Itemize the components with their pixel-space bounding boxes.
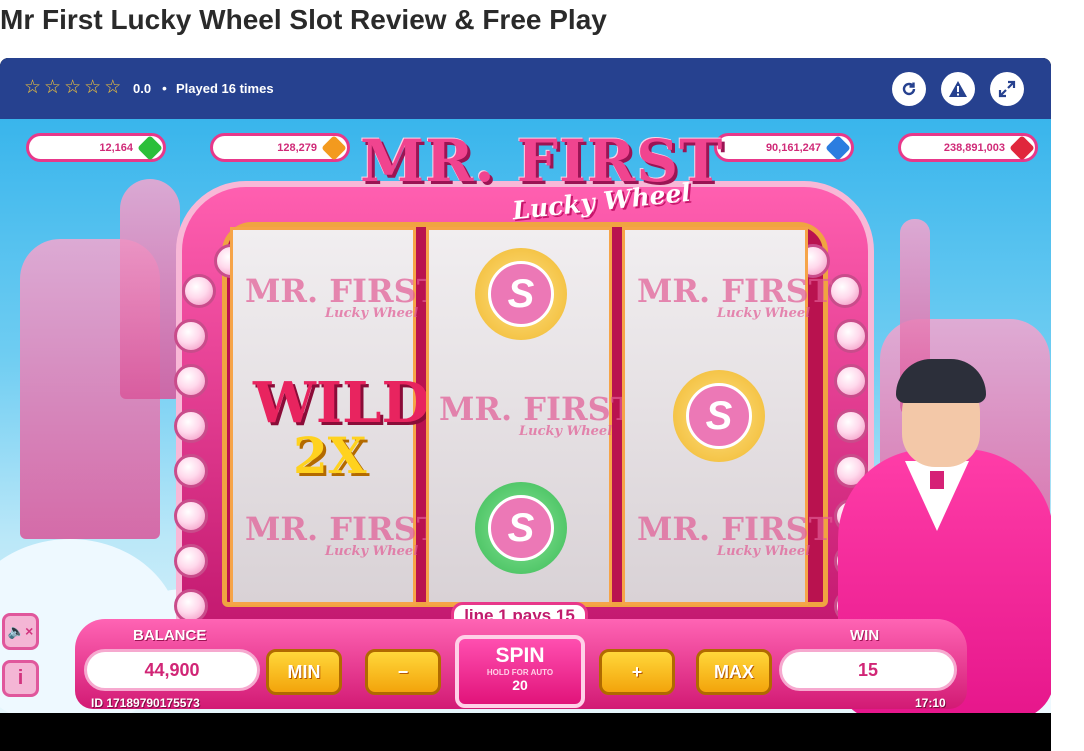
- coin-letter: S: [488, 261, 554, 327]
- blue-gem-icon: [825, 135, 851, 161]
- rating-value: 0.0: [133, 81, 152, 96]
- light-bulb: [174, 319, 208, 353]
- light-bulb: [174, 364, 208, 398]
- mute-button[interactable]: 🔈×: [2, 613, 39, 650]
- reel-symbol-logo: MR. FIRST: [439, 390, 635, 428]
- speaker-mute-icon: 🔈×: [7, 623, 34, 639]
- mascot-tie: [930, 471, 944, 489]
- jackpot-blue: 90,161,247: [714, 133, 854, 162]
- star-icon[interactable]: ☆: [44, 78, 61, 98]
- jackpot-value: 90,161,247: [765, 142, 821, 154]
- info-icon: i: [17, 667, 24, 689]
- play-count: Played 16 times: [176, 81, 274, 96]
- jackpot-value: 128,279: [277, 142, 317, 154]
- win-label: WIN: [850, 627, 880, 644]
- light-bulb: [174, 499, 208, 533]
- coin-symbol: S: [475, 482, 567, 574]
- report-button[interactable]: [941, 72, 975, 106]
- coin-symbol: S: [673, 370, 765, 462]
- light-bulb: [834, 364, 868, 398]
- spin-label: SPIN: [495, 644, 545, 667]
- star-icon[interactable]: ☆: [64, 78, 81, 98]
- star-icon[interactable]: ☆: [24, 78, 41, 98]
- slot-game-canvas[interactable]: 12,164 128,279 90,161,247 238,891,003 MR…: [0, 119, 1051, 713]
- session-id: ID 17189790175573: [91, 696, 200, 710]
- jackpot-value: 12,164: [99, 142, 133, 154]
- jackpot-green: 12,164: [26, 133, 166, 162]
- tower-left-decoration: [120, 179, 180, 399]
- reload-icon: [902, 82, 916, 96]
- light-bulb: [174, 409, 208, 443]
- orange-gem-icon: [321, 135, 347, 161]
- red-gem-icon: [1009, 135, 1035, 161]
- light-bulb: [834, 319, 868, 353]
- reel-symbol-logo-sub: Lucky Wheel: [717, 306, 811, 321]
- coin-letter: S: [686, 383, 752, 449]
- bet-value: 20: [512, 677, 528, 693]
- reel-symbol-logo: MR. FIRST: [637, 272, 833, 310]
- win-field: 15: [779, 649, 957, 691]
- reel-1: MR. FIRST Lucky Wheel WILD 2X MR. FIRST …: [230, 227, 441, 605]
- separator-dot: •: [162, 80, 167, 96]
- light-bulb: [174, 544, 208, 578]
- reel-symbol-logo-sub: Lucky Wheel: [519, 424, 613, 439]
- light-bulb: [834, 409, 868, 443]
- reel-3: MR. FIRST Lucky Wheel S MR. FIRST Lucky …: [622, 227, 833, 605]
- game-toolbar: ☆ ☆ ☆ ☆ ☆ 0.0 • Played 16 times: [0, 58, 1051, 119]
- jackpot-value: 238,891,003: [943, 142, 1005, 154]
- info-button[interactable]: i: [2, 660, 39, 697]
- coin-letter: S: [488, 495, 554, 561]
- increase-bet-button[interactable]: +: [599, 649, 675, 695]
- reel-2: S MR. FIRST Lucky Wheel S: [426, 227, 635, 605]
- reel-symbol-logo: MR. FIRST: [245, 272, 441, 310]
- fullscreen-icon: [998, 80, 1016, 98]
- light-bulb: [174, 454, 208, 488]
- rating-stars[interactable]: ☆ ☆ ☆ ☆ ☆: [24, 78, 121, 98]
- balance-label: BALANCE: [133, 627, 207, 644]
- light-bulb: [174, 589, 208, 623]
- coin-symbol: S: [475, 248, 567, 340]
- reel-symbol-logo-sub: Lucky Wheel: [325, 306, 419, 321]
- game-clock: 17:10: [915, 696, 946, 710]
- spin-button[interactable]: SPIN HOLD FOR AUTO 20: [455, 635, 585, 708]
- star-icon[interactable]: ☆: [84, 78, 101, 98]
- balance-field: 44,900: [84, 649, 260, 691]
- light-bulb: [828, 274, 862, 308]
- decrease-bet-button[interactable]: −: [365, 649, 441, 695]
- fullscreen-button[interactable]: [990, 72, 1024, 106]
- mascot-hair: [896, 359, 986, 403]
- reload-button[interactable]: [892, 72, 926, 106]
- star-icon[interactable]: ☆: [104, 78, 121, 98]
- game-frame: ☆ ☆ ☆ ☆ ☆ 0.0 • Played 16 times 12,164 1…: [0, 58, 1051, 751]
- reel-symbol-logo-sub: Lucky Wheel: [717, 544, 811, 559]
- wild-multiplier: 2X: [293, 426, 367, 485]
- light-bulb: [182, 274, 216, 308]
- jackpot-orange: 128,279: [210, 133, 350, 162]
- page-title: Mr First Lucky Wheel Slot Review & Free …: [0, 4, 607, 35]
- max-bet-button[interactable]: MAX: [696, 649, 772, 695]
- reel-symbol-logo: MR. FIRST: [637, 510, 833, 548]
- reel-symbol-logo-sub: Lucky Wheel: [325, 544, 419, 559]
- reel-symbol-logo: MR. FIRST: [245, 510, 441, 548]
- spin-hint: HOLD FOR AUTO: [486, 668, 554, 677]
- report-warning-icon: [949, 81, 967, 97]
- jackpot-red: 238,891,003: [898, 133, 1038, 162]
- green-gem-icon: [137, 135, 163, 161]
- min-bet-button[interactable]: MIN: [266, 649, 342, 695]
